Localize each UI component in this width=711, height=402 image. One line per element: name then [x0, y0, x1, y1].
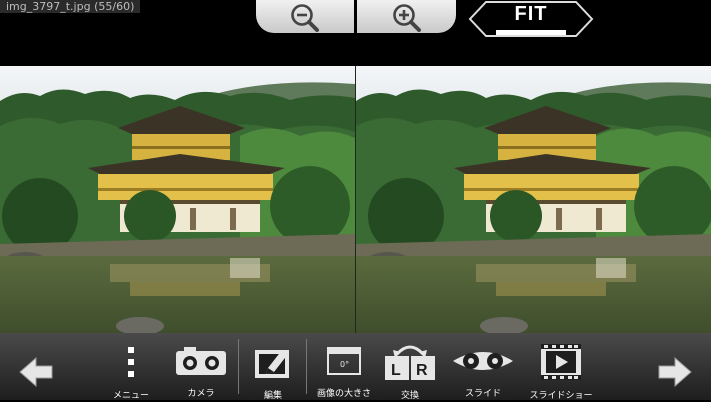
zoom-out-button[interactable]: [256, 0, 354, 33]
glasses-icon: [453, 352, 513, 370]
svg-text:L: L: [391, 362, 401, 379]
edit-icon: [255, 350, 289, 378]
window-icon: 0°: [327, 347, 361, 375]
zoom-in-icon: [392, 3, 421, 32]
swap-lr-icon: L R: [385, 345, 435, 380]
toolbar-divider: [238, 339, 239, 394]
right-eye-image: [356, 66, 711, 333]
stereo-photo-viewer[interactable]: [0, 66, 711, 333]
image-size-label: 画像の大きさ: [316, 389, 371, 399]
slide-button[interactable]: スライド: [448, 333, 518, 400]
menu-label: メニュー: [112, 391, 149, 401]
arrow-right-icon: [658, 356, 692, 388]
arrow-left-icon: [19, 356, 53, 388]
edit-button[interactable]: 編集: [248, 333, 298, 401]
menu-button[interactable]: メニュー: [108, 333, 154, 401]
camera-button[interactable]: カメラ: [170, 333, 232, 400]
film-play-icon: [541, 344, 581, 380]
bottom-toolbar: メニュー カメラ 編集 0° 画像の大きさ L R 交換 スライド スライドショ…: [0, 333, 711, 401]
next-image-button[interactable]: [655, 355, 695, 389]
slideshow-button[interactable]: スライドショー: [526, 333, 596, 401]
file-name-label: img_3797_t.jpg (55/60): [0, 0, 141, 13]
stereo-camera-icon: [176, 347, 226, 375]
vertical-dots-icon: [128, 347, 134, 377]
toolbar-divider: [306, 339, 307, 394]
top-bar: img_3797_t.jpg (55/60) FIT: [0, 0, 711, 66]
swap-label: 交換: [400, 391, 419, 401]
slideshow-label: スライドショー: [529, 391, 593, 401]
zoom-out-icon: [291, 3, 319, 32]
fit-button[interactable]: FIT: [468, 0, 594, 40]
swap-button[interactable]: L R 交換: [380, 333, 440, 401]
zoom-controls: [256, 0, 456, 33]
camera-label: カメラ: [187, 389, 215, 399]
svg-text:0°: 0°: [340, 360, 349, 369]
fit-label: FIT: [514, 3, 548, 25]
svg-text:R: R: [416, 362, 428, 379]
left-eye-image: [0, 66, 355, 333]
image-size-button[interactable]: 0° 画像の大きさ: [312, 333, 376, 400]
zoom-in-button[interactable]: [357, 0, 456, 33]
previous-image-button[interactable]: [16, 355, 56, 389]
slide-label: スライド: [464, 389, 501, 399]
edit-label: 編集: [263, 391, 282, 401]
